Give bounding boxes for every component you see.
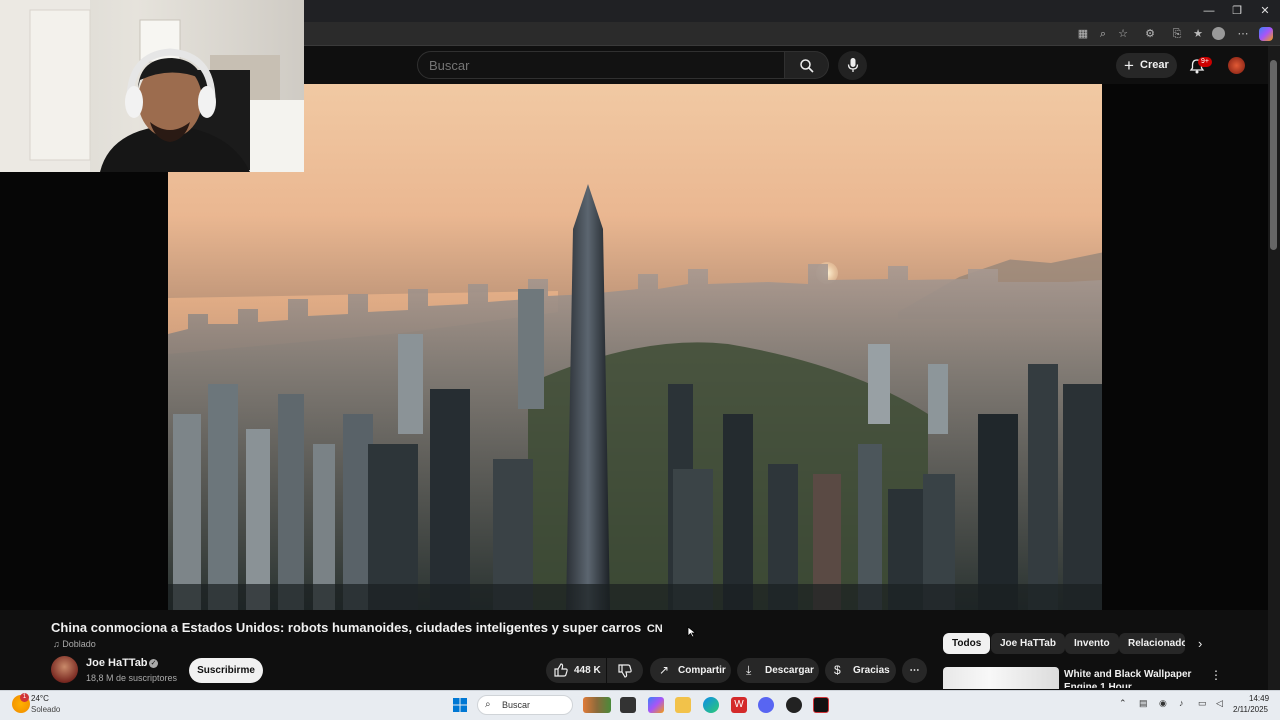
more-horizontal-icon: ⋯ <box>909 665 920 676</box>
webcam-streamer-image <box>0 0 304 172</box>
microphone-icon <box>847 58 859 72</box>
app-grid-icon[interactable]: ▦ <box>1076 27 1090 41</box>
dubbed-indicator: ♫ Doblado <box>53 639 96 649</box>
recommendation-title[interactable]: White and Black Wallpaper Engine 1 Hour <box>1064 668 1194 688</box>
country-flag-label: CN <box>646 623 663 635</box>
search-input[interactable] <box>418 52 718 73</box>
tray-overflow-icon[interactable]: ⌃ <box>1119 698 1127 709</box>
windows-start-icon[interactable] <box>453 698 467 712</box>
zoom-icon[interactable]: ⌕ <box>1096 27 1110 41</box>
create-button[interactable]: + Crear <box>1116 53 1177 78</box>
like-button[interactable]: 448 K <box>546 658 606 683</box>
tray-printer-icon[interactable]: ▤ <box>1139 698 1148 709</box>
search-icon <box>800 59 814 73</box>
tray-volume-icon[interactable]: ◁ <box>1216 698 1223 709</box>
chip-all[interactable]: Todos <box>943 633 991 654</box>
plus-icon: + <box>1124 56 1134 75</box>
tray-security-icon[interactable]: ◉ <box>1159 698 1167 709</box>
windows-taskbar <box>0 690 1280 720</box>
account-avatar[interactable] <box>1228 57 1245 74</box>
search-box[interactable] <box>417 51 785 79</box>
video-frame-cityscape <box>168 184 1102 610</box>
capcut-icon[interactable] <box>813 697 829 713</box>
notifications-badge: 9+ <box>1198 57 1212 67</box>
webcam-overlay <box>0 0 304 172</box>
close-button[interactable]: ✕ <box>1257 3 1273 19</box>
weather-temperature: 24°C <box>31 694 49 703</box>
thanks-button[interactable]: $ Gracias <box>825 658 896 683</box>
restore-button[interactable]: ❐ <box>1229 3 1245 19</box>
search-button[interactable] <box>785 51 829 79</box>
clock-date[interactable]: 2/11/2025 <box>1233 705 1268 714</box>
subscriber-count: 18,8 M de suscriptores <box>86 673 178 683</box>
chips-next-arrow-icon[interactable]: › <box>1198 636 1202 651</box>
split-screen-icon[interactable]: ⎘ <box>1170 27 1184 41</box>
scrollbar-thumb[interactable] <box>1270 60 1277 250</box>
dubbed-label: Doblado <box>62 639 96 649</box>
taskbar-search[interactable]: ⌕ Buscar <box>477 695 573 715</box>
taskbar-search-icon: ⌕ <box>485 699 491 710</box>
tray-display-icon[interactable]: ▭ <box>1198 698 1207 709</box>
weather-description: Soleado <box>31 705 61 714</box>
chip-invento[interactable]: Invento <box>1065 633 1119 654</box>
minimize-button[interactable]: — <box>1201 3 1217 19</box>
tray-mic-icon[interactable]: ♪ <box>1179 698 1184 708</box>
discord-icon[interactable] <box>758 697 774 713</box>
audio-track-icon: ♫ <box>53 639 60 649</box>
share-arrow-icon: ↗ <box>659 663 670 677</box>
favorite-star-icon[interactable]: ☆ <box>1116 27 1130 41</box>
recommendation-thumbnail[interactable] <box>943 667 1059 689</box>
thumbs-up-icon <box>554 663 568 677</box>
profile-avatar-icon[interactable] <box>1212 27 1225 40</box>
create-label: Crear <box>1140 59 1169 71</box>
thumbs-down-icon <box>618 664 632 678</box>
more-actions-button[interactable]: ⋯ <box>902 658 927 683</box>
video-title-text: China conmociona a Estados Unidos: robot… <box>51 620 642 635</box>
copilot-icon[interactable] <box>1259 27 1273 41</box>
channel-name[interactable]: Joe HaTTab <box>86 657 148 669</box>
verified-check-icon: ✓ <box>149 659 158 668</box>
recommendation-menu-icon[interactable]: ⋮ <box>1210 668 1222 682</box>
extensions-icon[interactable]: ⚙ <box>1143 27 1157 41</box>
download-button[interactable]: ⤓ Descargar <box>737 658 819 683</box>
voice-search-button[interactable] <box>838 51 867 80</box>
download-icon: ⤓ <box>746 663 752 677</box>
taskbar-search-placeholder: Buscar <box>502 700 531 710</box>
edge-browser-icon[interactable] <box>703 697 719 713</box>
clock-time[interactable]: 14:49 <box>1249 694 1269 703</box>
video-title: China conmociona a Estados Unidos: robot… <box>51 620 663 635</box>
task-view-icon[interactable] <box>620 697 636 713</box>
app-w-icon[interactable]: W <box>731 697 747 713</box>
mouse-cursor-icon <box>687 626 697 638</box>
subscribe-button[interactable]: Suscribirme <box>189 658 263 683</box>
obs-icon[interactable] <box>786 697 802 713</box>
chip-channel[interactable]: Joe HaTTab <box>991 633 1065 654</box>
share-button[interactable]: ↗ Compartir <box>650 658 731 683</box>
copilot-taskbar-icon[interactable] <box>648 697 664 713</box>
file-explorer-icon[interactable] <box>675 697 691 713</box>
dislike-button[interactable] <box>607 658 643 683</box>
channel-avatar[interactable] <box>51 656 78 683</box>
like-count: 448 K <box>574 665 601 676</box>
thanks-label: Gracias <box>853 665 890 676</box>
video-player[interactable] <box>168 84 1102 610</box>
weather-alert-badge: 1 <box>20 693 29 702</box>
super-thanks-icon: $ <box>834 663 841 677</box>
search-highlight-icon[interactable] <box>583 697 611 713</box>
favorites-icon[interactable]: ★ <box>1191 27 1205 41</box>
more-menu-icon[interactable]: ⋯ <box>1236 27 1250 41</box>
share-label: Compartir <box>678 665 726 676</box>
chip-related[interactable]: Relacionado <box>1119 633 1185 654</box>
download-label: Descargar <box>765 665 814 676</box>
